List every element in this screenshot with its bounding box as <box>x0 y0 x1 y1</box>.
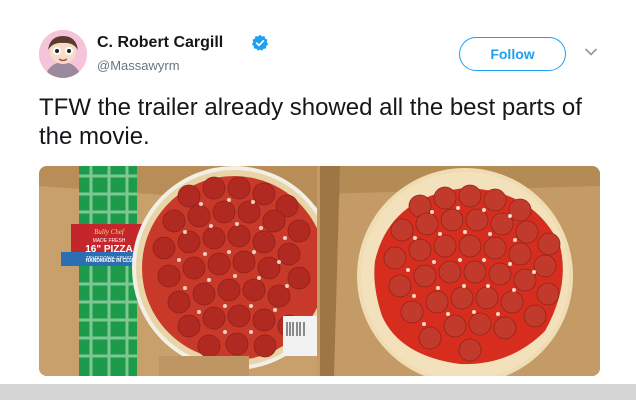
box-size: 16" PIZZA <box>85 244 133 255</box>
user-handle[interactable]: @Massawyrm <box>97 58 180 73</box>
photo-boxed-pizza[interactable]: Bully Chef MADE FRESH 16" PIZZA TRADITIO… <box>39 166 317 376</box>
cartoon-avatar-icon <box>39 30 87 78</box>
tweet-card: C. Robert Cargill @Massawyrm Follow TFW … <box>0 0 636 384</box>
follow-button[interactable]: Follow <box>459 37 566 71</box>
tweet-text: TFW the trailer already showed all the b… <box>39 94 582 150</box>
media-grid: Bully Chef MADE FRESH 16" PIZZA TRADITIO… <box>39 166 600 376</box>
verified-badge-icon <box>251 34 269 51</box>
chevron-down-icon[interactable] <box>585 48 597 56</box>
photo-unboxed-pizza[interactable] <box>320 166 600 376</box>
display-name[interactable]: C. Robert Cargill <box>97 34 223 52</box>
avatar[interactable] <box>39 30 87 78</box>
bottom-bar <box>0 384 636 400</box>
box-banner: HANDMADE IN CLUB <box>86 258 137 264</box>
box-brand: Bully Chef <box>94 228 125 236</box>
